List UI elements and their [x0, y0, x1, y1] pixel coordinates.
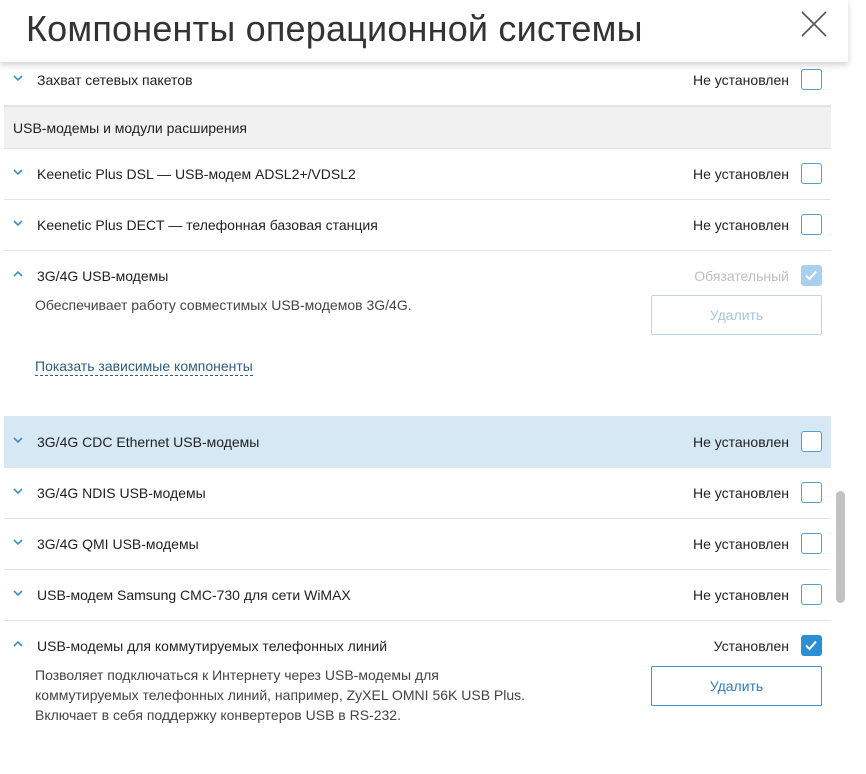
- install-checkbox[interactable]: [801, 635, 822, 656]
- component-name: 3G/4G NDIS USB-модемы: [37, 485, 206, 501]
- install-checkbox: [801, 265, 822, 286]
- chevron-down-icon[interactable]: [12, 166, 24, 178]
- section-header: USB-модемы и модули расширения: [4, 106, 831, 149]
- delete-button[interactable]: Удалить: [651, 295, 822, 335]
- section-title: USB-модемы и модули расширения: [13, 120, 247, 136]
- component-status: Не установлен: [693, 72, 789, 88]
- install-checkbox[interactable]: [801, 163, 822, 184]
- show-dependencies-link[interactable]: Показать зависимые компоненты: [35, 357, 253, 376]
- component-name: Keenetic Plus DSL — USB-модем ADSL2+/VDS…: [37, 166, 356, 182]
- close-icon: [801, 11, 827, 37]
- delete-button[interactable]: Удалить: [651, 666, 822, 706]
- components-list: Захват сетевых пакетов Не установлен USB…: [4, 55, 831, 771]
- install-checkbox[interactable]: [801, 533, 822, 554]
- install-checkbox[interactable]: [801, 431, 822, 452]
- component-description: Обеспечивает работу совместимых USB-моде…: [35, 297, 412, 313]
- component-name: 3G/4G QMI USB-модемы: [37, 536, 199, 552]
- component-name: Keenetic Plus DECT — телефонная базовая …: [37, 217, 378, 233]
- description-line: коммутируемых телефонных линий, например…: [35, 687, 526, 703]
- component-status: Не установлен: [693, 485, 789, 501]
- component-status: Обязательный: [694, 268, 789, 284]
- component-row[interactable]: Keenetic Plus DECT — телефонная базовая …: [4, 200, 831, 251]
- install-checkbox[interactable]: [801, 482, 822, 503]
- component-row[interactable]: 3G/4G QMI USB-модемы Не установлен: [4, 519, 831, 570]
- description-line: Позволяет подключаться к Интернету через…: [35, 667, 439, 683]
- chevron-down-icon[interactable]: [12, 434, 24, 446]
- chevron-down-icon[interactable]: [12, 485, 24, 497]
- component-row[interactable]: USB-модем Samsung CMC-730 для сети WiMAX…: [4, 570, 831, 621]
- chevron-down-icon[interactable]: [12, 536, 24, 548]
- chevron-down-icon[interactable]: [12, 72, 24, 84]
- description-line: Включает в себя поддержку конвертеров US…: [35, 707, 401, 723]
- component-status: Не установлен: [693, 166, 789, 182]
- chevron-up-icon[interactable]: [12, 268, 24, 280]
- component-name: 3G/4G CDC Ethernet USB-модемы: [37, 434, 260, 450]
- install-checkbox[interactable]: [801, 584, 822, 605]
- component-name: USB-модем Samsung CMC-730 для сети WiMAX: [37, 587, 351, 603]
- component-row[interactable]: Захват сетевых пакетов Не установлен: [4, 55, 831, 106]
- install-checkbox[interactable]: [801, 214, 822, 235]
- scrollbar-thumb[interactable]: [836, 491, 845, 603]
- chevron-down-icon[interactable]: [12, 587, 24, 599]
- close-button[interactable]: [800, 10, 828, 38]
- component-row[interactable]: 3G/4G CDC Ethernet USB-модемы Не установ…: [4, 417, 831, 468]
- component-row[interactable]: Keenetic Plus DSL — USB-модем ADSL2+/VDS…: [4, 149, 831, 200]
- component-row-expanded: 3G/4G USB-модемы Обязательный Обеспечива…: [4, 251, 831, 417]
- chevron-down-icon[interactable]: [12, 217, 24, 229]
- component-status: Не установлен: [693, 536, 789, 552]
- component-row-expanded: USB-модемы для коммутируемых телефонных …: [4, 621, 831, 771]
- dialog-header: Компоненты операционной системы: [0, 0, 848, 62]
- component-status: Не установлен: [693, 217, 789, 233]
- chevron-up-icon[interactable]: [12, 638, 24, 650]
- component-status: Не установлен: [693, 434, 789, 450]
- component-name: Захват сетевых пакетов: [37, 72, 193, 88]
- component-status: Установлен: [713, 638, 789, 654]
- component-description: Позволяет подключаться к Интернету через…: [35, 665, 525, 725]
- component-name: 3G/4G USB-модемы: [37, 268, 169, 284]
- install-checkbox[interactable]: [801, 69, 822, 90]
- component-name: USB-модемы для коммутируемых телефонных …: [37, 638, 388, 654]
- dialog-title: Компоненты операционной системы: [26, 8, 643, 49]
- component-status: Не установлен: [693, 587, 789, 603]
- component-row[interactable]: 3G/4G NDIS USB-модемы Не установлен: [4, 468, 831, 519]
